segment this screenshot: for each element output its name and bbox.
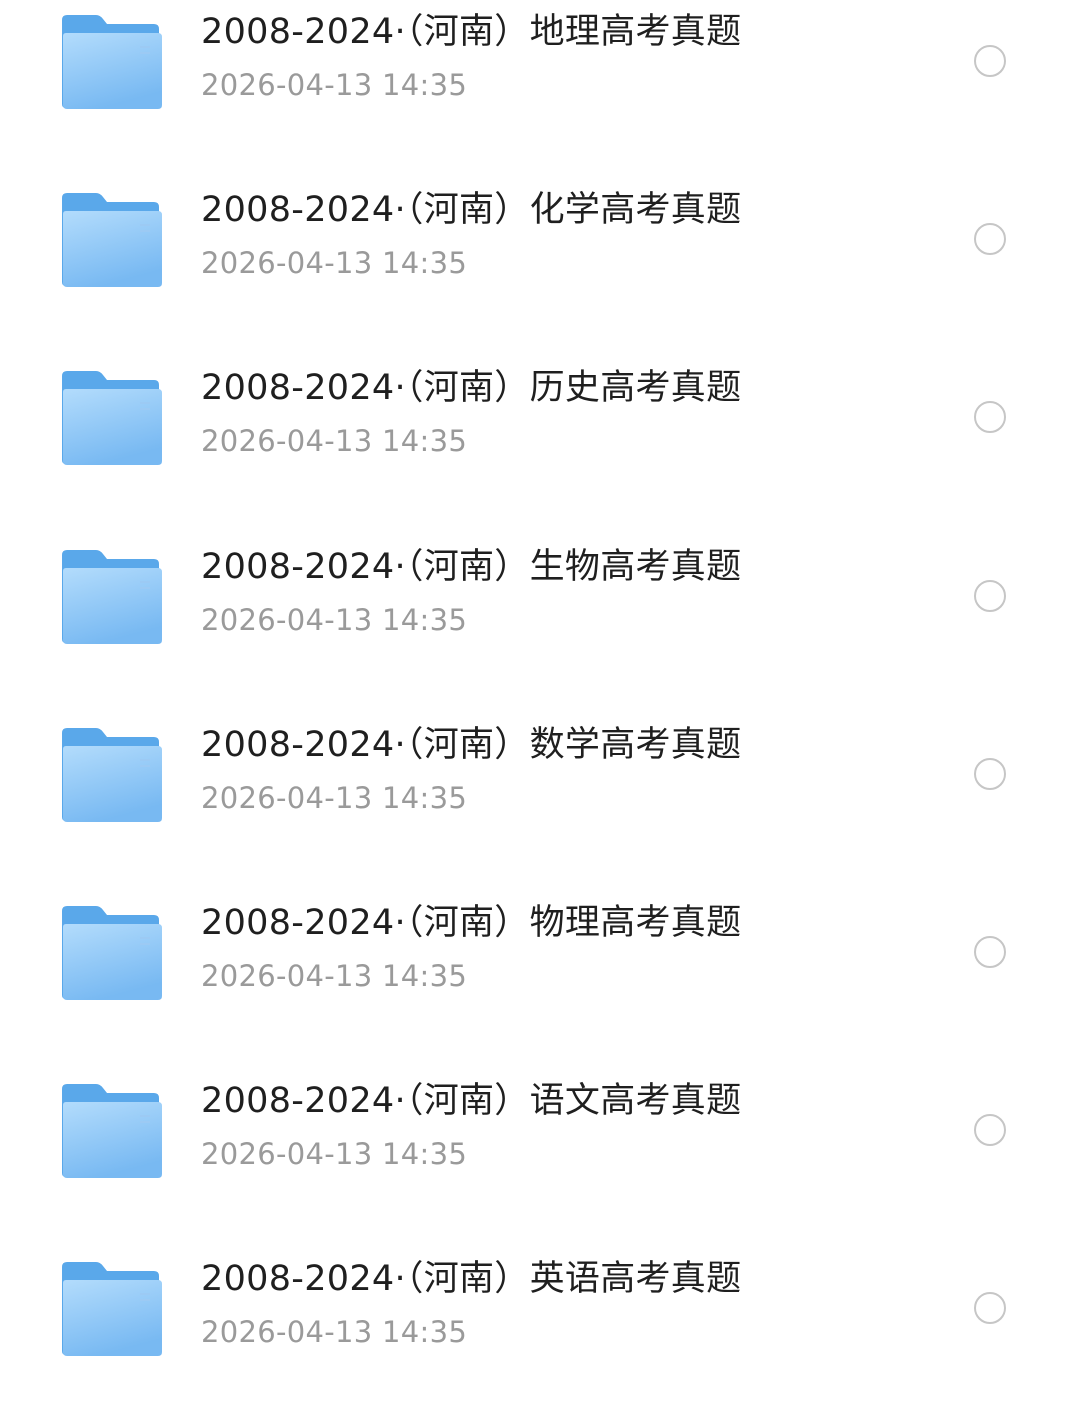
folder-name: 2008-2024·（河南）语文高考真题 — [201, 1081, 742, 1122]
file-list: 2008-2024·（河南）地理高考真题 2026-04-13 14:35 20… — [0, 0, 1080, 1389]
folder-icon — [60, 1083, 164, 1179]
folder-icon — [60, 727, 164, 823]
file-list-item-7[interactable]: 2008-2024·（河南）语文高考真题 2026-04-13 14:35 — [0, 1069, 1080, 1247]
modified-date: 2026-04-13 14:35 — [201, 1315, 468, 1350]
select-checkbox[interactable] — [974, 757, 1006, 790]
folder-icon — [60, 905, 164, 1001]
select-checkbox[interactable] — [974, 579, 1006, 612]
select-checkbox[interactable] — [974, 401, 1006, 434]
file-list-item-2[interactable]: 2008-2024·（河南）化学高考真题 2026-04-13 14:35 — [0, 178, 1080, 356]
folder-name: 2008-2024·（河南）地理高考真题 — [201, 12, 742, 52]
folder-name: 2008-2024·（河南）物理高考真题 — [201, 903, 742, 943]
modified-date: 2026-04-13 14:35 — [201, 246, 468, 281]
folder-icon — [60, 549, 164, 645]
folder-name: 2008-2024·（河南）化学高考真题 — [201, 190, 742, 231]
select-checkbox[interactable] — [974, 223, 1006, 256]
file-list-item-8[interactable]: 2008-2024·（河南）英语高考真题 2026-04-13 14:35 — [0, 1247, 1080, 1425]
file-list-item-1[interactable]: 2008-2024·（河南）地理高考真题 2026-04-13 14:35 — [0, 0, 1080, 178]
folder-icon — [60, 1261, 164, 1357]
file-list-item-3[interactable]: 2008-2024·（河南）历史高考真题 2026-04-13 14:35 — [0, 356, 1080, 534]
folder-name: 2008-2024·（河南）英语高考真题 — [201, 1259, 742, 1300]
folder-name: 2008-2024·（河南）历史高考真题 — [201, 368, 742, 409]
select-checkbox[interactable] — [974, 936, 1006, 968]
folder-name: 2008-2024·（河南）数学高考真题 — [201, 724, 742, 765]
modified-date: 2026-04-13 14:35 — [201, 1137, 468, 1172]
select-checkbox[interactable] — [974, 1114, 1006, 1147]
select-checkbox[interactable] — [974, 45, 1006, 77]
folder-icon — [60, 370, 164, 466]
folder-name: 2008-2024·（河南）生物高考真题 — [201, 546, 742, 587]
file-list-item-4[interactable]: 2008-2024·（河南）生物高考真题 2026-04-13 14:35 — [0, 535, 1080, 713]
folder-icon — [60, 192, 164, 288]
modified-date: 2026-04-13 14:35 — [201, 602, 468, 637]
folder-icon — [60, 14, 164, 110]
file-list-item-5[interactable]: 2008-2024·（河南）数学高考真题 2026-04-13 14:35 — [0, 713, 1080, 891]
modified-date: 2026-04-13 14:35 — [201, 68, 468, 102]
modified-date: 2026-04-13 14:35 — [201, 424, 468, 459]
modified-date: 2026-04-13 14:35 — [201, 959, 468, 993]
select-checkbox[interactable] — [974, 1292, 1006, 1325]
file-list-item-6[interactable]: 2008-2024·（河南）物理高考真题 2026-04-13 14:35 — [0, 891, 1080, 1069]
modified-date: 2026-04-13 14:35 — [201, 780, 468, 815]
